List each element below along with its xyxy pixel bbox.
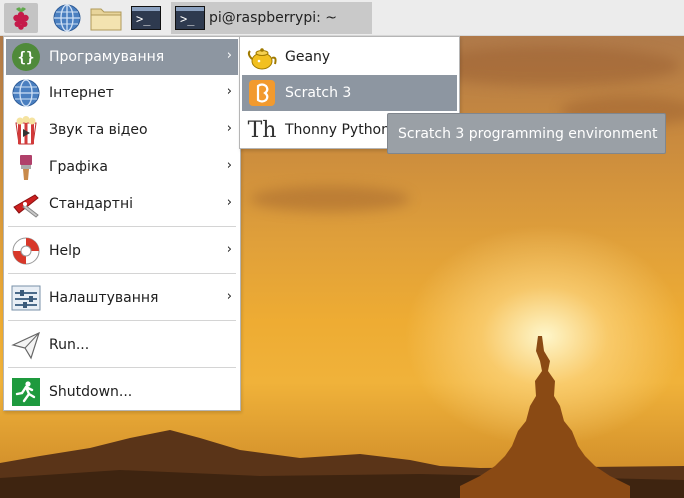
geany-teapot-icon (246, 41, 278, 73)
menu-item-label: Програмування (49, 49, 165, 65)
submenu-arrow-icon: › (226, 84, 232, 99)
svg-text:{}: {} (18, 50, 35, 66)
applications-menu: {} Програмування › Інтернет › Звук та ві… (3, 36, 241, 411)
submenu-arrow-icon: › (226, 158, 232, 173)
terminal-icon: >_ (175, 6, 205, 30)
submenu-arrow-icon: › (226, 289, 232, 304)
sound-video-popcorn-icon (10, 114, 42, 146)
menu-item-label: Інтернет (49, 85, 114, 101)
menu-item-help[interactable]: Help › (6, 233, 238, 269)
accessories-knife-icon (10, 188, 42, 220)
submenu-item-scratch[interactable]: Scratch 3 (242, 75, 457, 111)
cloud-shape (250, 186, 410, 212)
submenu-item-geany[interactable]: Geany (242, 39, 457, 75)
menu-item-graphics[interactable]: Графіка › (6, 149, 238, 185)
menu-separator (8, 273, 236, 274)
menu-item-accessories[interactable]: Стандартні › (6, 186, 238, 222)
file-manager-launcher[interactable] (88, 3, 124, 33)
help-lifebuoy-icon (10, 235, 42, 267)
menu-item-run[interactable]: Run... (6, 327, 238, 363)
menu-item-label: Налаштування (49, 290, 159, 306)
taskbar: >_ >_ pi@raspberrypi: ~ (0, 0, 684, 36)
terminal-launcher[interactable]: >_ (128, 3, 164, 33)
thonny-icon: Th (247, 117, 277, 143)
submenu-arrow-icon: › (226, 48, 232, 63)
graphics-paintbrush-icon (10, 151, 42, 183)
menu-item-label: Help (49, 243, 81, 259)
menu-item-label: Звук та відео (49, 122, 148, 138)
menu-item-shutdown[interactable]: Shutdown... (6, 374, 238, 410)
submenu-arrow-icon: › (226, 242, 232, 257)
menu-item-label: Shutdown... (49, 384, 133, 400)
submenu-item-label: Geany (285, 49, 331, 65)
submenu-item-label: Scratch 3 (285, 85, 352, 101)
menu-item-label: Стандартні (49, 196, 134, 212)
taskbar-window-title: pi@raspberrypi: ~ (209, 10, 338, 26)
menu-item-label: Графіка (49, 159, 108, 175)
tooltip: Scratch 3 programming environment (387, 113, 666, 154)
run-paper-plane-icon (10, 329, 42, 361)
menu-separator (8, 320, 236, 321)
internet-globe-icon (10, 77, 42, 109)
menu-item-sound-video[interactable]: Звук та відео › (6, 112, 238, 148)
preferences-sliders-icon (10, 282, 42, 314)
menu-item-label: Run... (49, 337, 90, 353)
tooltip-text: Scratch 3 programming environment (398, 125, 658, 142)
menu-item-preferences[interactable]: Налаштування › (6, 280, 238, 316)
shutdown-exit-icon (10, 376, 42, 408)
programming-braces-icon: {} (10, 41, 42, 73)
menu-separator (8, 226, 236, 227)
scratch-icon (246, 77, 278, 109)
menu-item-internet[interactable]: Інтернет › (6, 75, 238, 111)
menu-item-programming[interactable]: {} Програмування › (6, 39, 238, 75)
terminal-icon: >_ (131, 6, 161, 30)
file-manager-folder-icon (90, 8, 122, 31)
taskbar-window-terminal[interactable]: >_ pi@raspberrypi: ~ (171, 2, 372, 34)
web-browser-launcher[interactable] (50, 3, 84, 33)
submenu-arrow-icon: › (226, 195, 232, 210)
submenu-arrow-icon: › (226, 121, 232, 136)
menu-separator (8, 367, 236, 368)
web-browser-globe-icon (53, 4, 81, 32)
pagoda-icon (460, 336, 630, 498)
raspberry-logo-icon (13, 7, 29, 30)
applications-menu-button[interactable] (4, 3, 38, 33)
